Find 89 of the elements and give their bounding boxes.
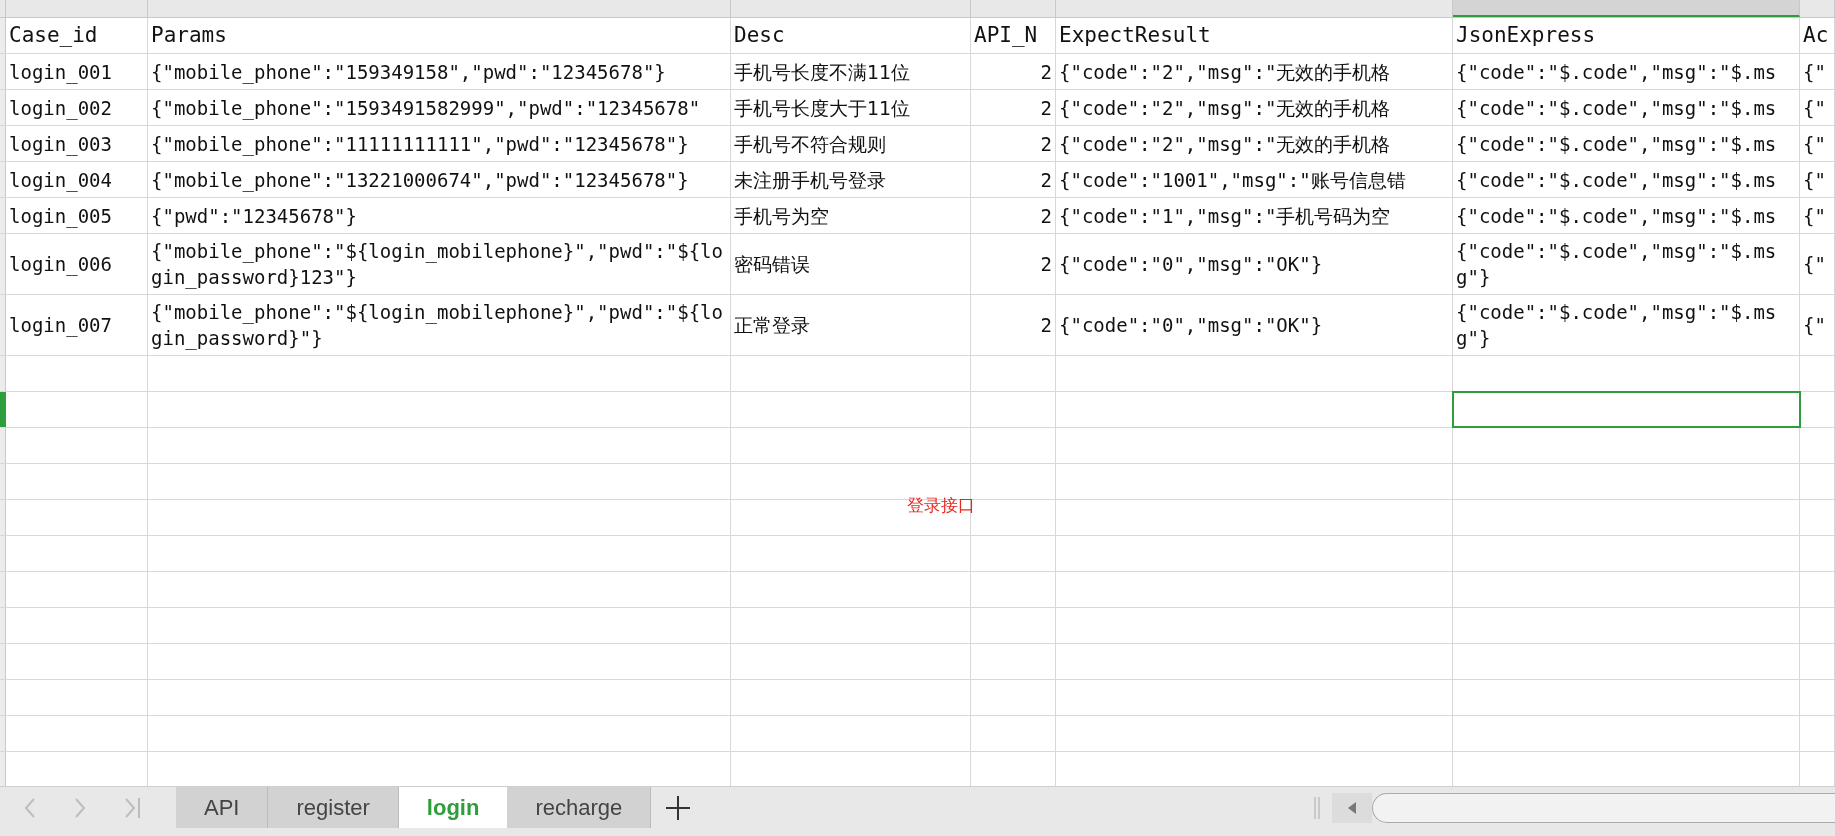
header-cell: JsonExpress: [1453, 18, 1800, 53]
triangle-left-icon: [1348, 801, 1356, 814]
table-cell: login_005: [6, 198, 148, 233]
header-cell: Params: [148, 18, 731, 53]
horizontal-scrollbar[interactable]: [1372, 792, 1835, 823]
table-cell: {"code":"$.code","msg":"$.ms: [1453, 198, 1800, 233]
active-cell[interactable]: [1453, 392, 1800, 427]
row-header[interactable]: [0, 536, 6, 571]
table-cell: 未注册手机号登录: [731, 162, 971, 197]
row-header[interactable]: [0, 198, 6, 233]
header-cell: Ac: [1800, 18, 1835, 53]
table-cell: {"code":"$.code","msg":"$.ms: [1453, 162, 1800, 197]
table-cell: 2: [971, 126, 1056, 161]
table-cell: {": [1800, 54, 1835, 89]
row-header[interactable]: [0, 608, 6, 643]
table-cell: {"code":"0","msg":"OK"}: [1056, 234, 1453, 294]
table-cell: {"code":"2","msg":"无效的手机格: [1056, 126, 1453, 161]
sheet-tab[interactable]: register: [268, 787, 399, 828]
table-cell: {"code":"$.code","msg":"$.ms: [1453, 126, 1800, 161]
row-header[interactable]: [0, 500, 6, 535]
table-cell: {": [1800, 295, 1835, 355]
scroll-left-button[interactable]: [1332, 792, 1372, 823]
table-cell: 2: [971, 198, 1056, 233]
table-cell: 正常登录: [731, 295, 971, 355]
table-cell: login_004: [6, 162, 148, 197]
table-cell: {"mobile_phone":"13221000674","pwd":"12345678"}: [148, 162, 731, 197]
row-header[interactable]: [0, 356, 6, 391]
floating-note-text: 登录接口: [907, 495, 975, 517]
table-cell: login_002: [6, 90, 148, 125]
table-cell: login_003: [6, 126, 148, 161]
header-cell: API_N: [971, 18, 1056, 53]
table-cell: 2: [971, 90, 1056, 125]
table-cell: login_006: [6, 234, 148, 294]
row-header[interactable]: [0, 234, 6, 294]
table-cell: {"mobile_phone":"${login_mobilephone}","pwd":"${login_password}123"}: [148, 234, 731, 294]
row-header[interactable]: [0, 752, 6, 786]
table-cell: 2: [971, 54, 1056, 89]
row-header[interactable]: [0, 54, 6, 89]
row-header[interactable]: [0, 295, 6, 355]
table-cell: {": [1800, 162, 1835, 197]
table-cell: {": [1800, 198, 1835, 233]
table-cell: 密码错误: [731, 234, 971, 294]
sheet-tab[interactable]: login: [398, 787, 508, 828]
table-cell: {"code":"1001","msg":"账号信息错: [1056, 162, 1453, 197]
table-cell: 手机号为空: [731, 198, 971, 233]
table-cell: {"pwd":"12345678"}: [148, 198, 731, 233]
table-cell: login_001: [6, 54, 148, 89]
table-cell: {"mobile_phone":"${login_mobilephone}","pwd":"${login_password}"}: [148, 295, 731, 355]
table-cell: {"mobile_phone":"11111111111","pwd":"12345678"}: [148, 126, 731, 161]
table-cell: 手机号不符合规则: [731, 126, 971, 161]
table-cell: {": [1800, 126, 1835, 161]
header-cell: ExpectResult: [1056, 18, 1453, 53]
sheet-tab[interactable]: recharge: [507, 787, 652, 828]
row-header[interactable]: [0, 428, 6, 463]
row-header[interactable]: [0, 572, 6, 607]
row-header[interactable]: [0, 392, 6, 427]
header-cell: Desc: [731, 18, 971, 53]
table-cell: {"code":"1","msg":"手机号码为空: [1056, 198, 1453, 233]
table-cell: {"mobile_phone":"1593491582999","pwd":"12345678": [148, 90, 731, 125]
table-cell: login_007: [6, 295, 148, 355]
last-sheet-arrow-icon[interactable]: [122, 795, 142, 820]
table-cell: {"code":"2","msg":"无效的手机格: [1056, 54, 1453, 89]
row-header[interactable]: [0, 644, 6, 679]
table-cell: {"code":"$.code","msg":"$.msg"}: [1453, 234, 1800, 294]
sheet-tab[interactable]: API: [176, 787, 269, 828]
table-cell: 2: [971, 162, 1056, 197]
table-cell: 2: [971, 295, 1056, 355]
table-cell: {"code":"$.code","msg":"$.ms: [1453, 54, 1800, 89]
table-cell: {": [1800, 234, 1835, 294]
table-cell: 手机号长度大于11位: [731, 90, 971, 125]
table-cell: {"mobile_phone":"159349158","pwd":"12345678"}: [148, 54, 731, 89]
row-header[interactable]: [0, 18, 6, 53]
row-header[interactable]: [0, 464, 6, 499]
header-cell: Case_id: [6, 18, 148, 53]
row-header[interactable]: [0, 126, 6, 161]
table-cell: {"code":"2","msg":"无效的手机格: [1056, 90, 1453, 125]
column-header[interactable]: [1453, 0, 1800, 17]
table-cell: 2: [971, 234, 1056, 294]
row-header[interactable]: [0, 90, 6, 125]
table-cell: {"code":"$.code","msg":"$.msg"}: [1453, 295, 1800, 355]
add-sheet-icon[interactable]: [665, 794, 692, 821]
table-cell: {"code":"$.code","msg":"$.ms: [1453, 90, 1800, 125]
row-header[interactable]: [0, 162, 6, 197]
row-header[interactable]: [0, 716, 6, 751]
row-header[interactable]: [0, 680, 6, 715]
table-cell: {": [1800, 90, 1835, 125]
table-cell: 手机号长度不满11位: [731, 54, 971, 89]
table-cell: {"code":"0","msg":"OK"}: [1056, 295, 1453, 355]
splitter-icon[interactable]: [1314, 796, 1320, 819]
